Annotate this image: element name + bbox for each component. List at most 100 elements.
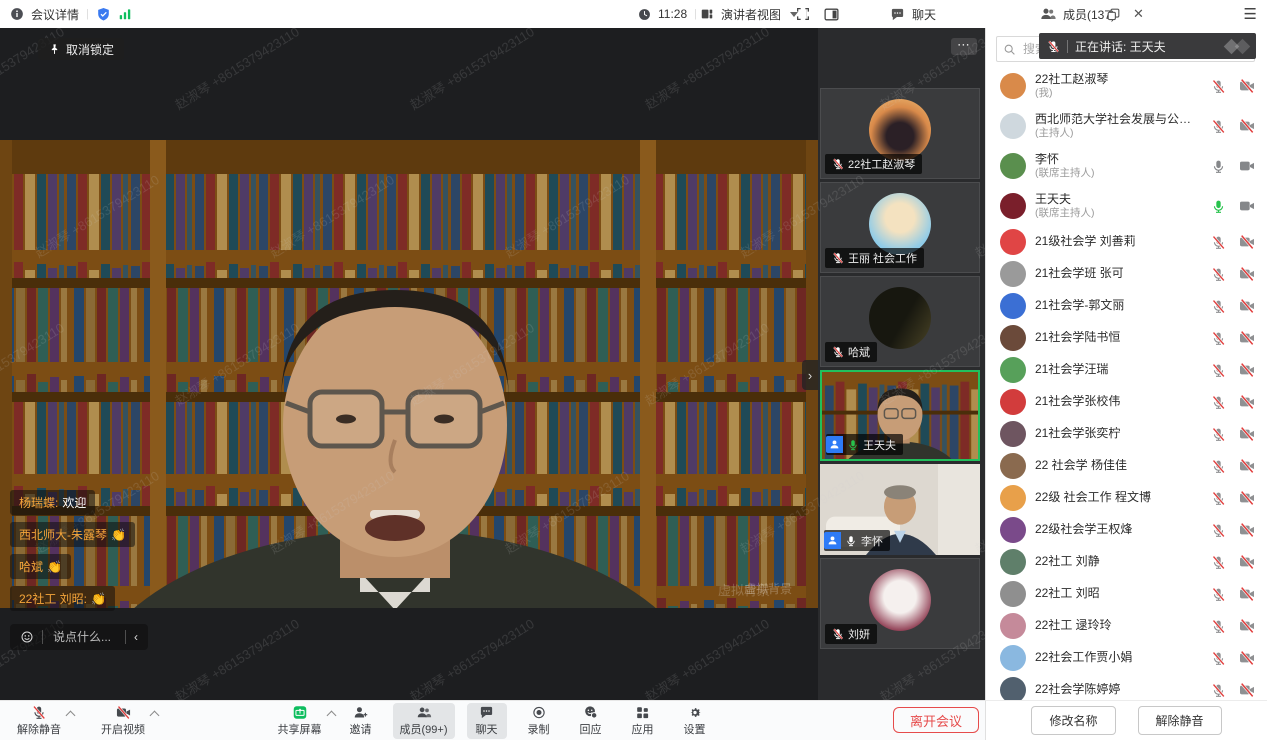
camera-off-icon[interactable] — [1239, 298, 1255, 314]
camera-off-icon[interactable] — [1239, 78, 1255, 94]
participant-tile[interactable]: 22社工赵淑琴 — [820, 88, 980, 179]
view-mode-selector[interactable]: 演讲者视图 | — [700, 0, 808, 28]
member-row[interactable]: 21社会学张校伟 — [986, 386, 1267, 418]
mic-muted-icon[interactable] — [1211, 363, 1226, 378]
unmute-toolbar-button[interactable]: 解除静音 — [10, 703, 68, 739]
member-row[interactable]: 李怀(联席主持人) — [986, 146, 1267, 186]
mic-speaking-icon[interactable] — [1211, 199, 1226, 214]
mic-muted-icon[interactable] — [1211, 395, 1226, 410]
member-row[interactable]: 22社会学陈婷婷 — [986, 674, 1267, 700]
participant-tile[interactable]: 王丽 社会工作 — [820, 182, 980, 273]
mic-muted-icon[interactable] — [1211, 235, 1226, 250]
mic-muted-icon[interactable] — [1211, 491, 1226, 506]
mic-muted-icon[interactable] — [1211, 331, 1226, 346]
member-row[interactable]: 西北师范大学社会发展与公共管理学院(主持人) — [986, 106, 1267, 146]
camera-off-icon[interactable] — [1239, 682, 1255, 698]
member-row[interactable]: 22 社会学 杨佳佳 — [986, 450, 1267, 482]
participant-tile[interactable]: 李怀 — [820, 464, 980, 555]
chevron-up-icon[interactable] — [66, 711, 76, 721]
camera-off-icon[interactable] — [1239, 362, 1255, 378]
camera-off-icon[interactable] — [1239, 650, 1255, 666]
start-video-button[interactable]: 开启视频 — [94, 703, 152, 739]
leave-meeting-button[interactable]: 离开会议 — [893, 707, 979, 733]
share-screen-button[interactable]: 共享屏幕 — [271, 703, 329, 739]
side-panel-toggle-icon[interactable] — [823, 6, 840, 23]
participant-tile-active-speaker[interactable]: 王天夫 — [820, 370, 980, 461]
mic-muted-icon[interactable] — [1211, 587, 1226, 602]
camera-off-icon[interactable] — [1239, 586, 1255, 602]
meeting-details[interactable]: 会议详情 | — [10, 0, 132, 28]
reactions-button[interactable]: 回应 — [571, 703, 611, 739]
mic-muted-icon[interactable] — [1211, 459, 1226, 474]
member-row[interactable]: 22级 社会工作 程文博 — [986, 482, 1267, 514]
mic-muted-icon[interactable] — [1211, 619, 1226, 634]
mic-muted-icon[interactable] — [1211, 267, 1226, 282]
camera-on-icon[interactable] — [1239, 198, 1255, 214]
rename-button[interactable]: 修改名称 — [1031, 706, 1115, 735]
mic-muted-icon[interactable] — [1211, 427, 1226, 442]
apps-button[interactable]: 应用 — [623, 703, 663, 739]
fullscreen-icon[interactable] — [795, 6, 811, 22]
network-signal-icon[interactable] — [118, 7, 132, 21]
participant-tile[interactable]: 刘妍 — [820, 558, 980, 649]
emoji-icon[interactable] — [20, 630, 34, 644]
unpin-button[interactable]: 取消锁定 — [38, 38, 124, 60]
collapse-thumbnails-arrow[interactable]: › — [802, 360, 818, 390]
thumbnails-more-button[interactable]: ⋯ — [951, 38, 977, 55]
mic-muted-icon[interactable] — [1211, 683, 1226, 698]
member-row[interactable]: 21社会学班 张可 — [986, 258, 1267, 290]
mic-muted-icon[interactable] — [1211, 555, 1226, 570]
chat-toolbar-button[interactable]: 聊天 — [467, 703, 507, 739]
chat-input[interactable] — [51, 629, 117, 645]
tab-members[interactable]: 成员(137) — [1040, 0, 1115, 28]
camera-off-icon[interactable] — [1239, 618, 1255, 634]
camera-off-icon[interactable] — [1239, 490, 1255, 506]
menu-icon[interactable]: ☰ — [1244, 5, 1257, 23]
camera-on-icon[interactable] — [1239, 158, 1255, 174]
camera-off-icon[interactable] — [1239, 118, 1255, 134]
virtual-background-watermark: 虚拟背景 — [744, 580, 792, 597]
member-row[interactable]: 21社会学陆书恒 — [986, 322, 1267, 354]
meeting-time: 11:28 | — [638, 0, 697, 28]
member-row[interactable]: 21级社会学 刘善莉 — [986, 226, 1267, 258]
camera-off-icon[interactable] — [1239, 554, 1255, 570]
camera-off-icon[interactable] — [1239, 266, 1255, 282]
security-shield-icon[interactable] — [96, 7, 111, 22]
settings-button[interactable]: 设置 — [675, 703, 715, 739]
tab-chat[interactable]: 聊天 — [890, 0, 936, 28]
mic-muted-icon[interactable] — [1211, 79, 1226, 94]
mic-muted-icon[interactable] — [1211, 651, 1226, 666]
chevron-up-icon[interactable] — [326, 711, 336, 721]
camera-off-icon[interactable] — [1239, 394, 1255, 410]
mic-muted-icon[interactable] — [1211, 119, 1226, 134]
collapse-chat-icon[interactable]: ‹ — [134, 630, 138, 644]
member-row[interactable]: 22社工 刘昭 — [986, 578, 1267, 610]
participant-tile[interactable]: 哈斌 — [820, 276, 980, 367]
camera-off-icon[interactable] — [1239, 426, 1255, 442]
main-video-stage: 虚拟背景 取消锁定 虚拟背景 › 杨瑞蝶:欢迎 西北师大-朱露琴👏 哈斌👏 22… — [0, 28, 818, 700]
close-panel-icon[interactable]: ✕ — [1133, 6, 1144, 22]
mic-on-icon[interactable] — [1211, 159, 1226, 174]
camera-off-icon[interactable] — [1239, 234, 1255, 250]
record-button[interactable]: 录制 — [519, 703, 559, 739]
popout-panel-icon[interactable] — [1106, 7, 1121, 22]
camera-off-icon[interactable] — [1239, 330, 1255, 346]
camera-off-icon[interactable] — [1239, 458, 1255, 474]
member-row[interactable]: 22社会工作贾小娟 — [986, 642, 1267, 674]
members-toolbar-button[interactable]: 成员(99+) — [393, 703, 455, 739]
mic-muted-icon[interactable] — [1211, 299, 1226, 314]
unmute-button[interactable]: 解除静音 — [1138, 706, 1222, 735]
mic-muted-icon[interactable] — [1211, 523, 1226, 538]
member-row[interactable]: 21社会学汪瑞 — [986, 354, 1267, 386]
member-list[interactable]: 22社工赵淑琴(我) 西北师范大学社会发展与公共管理学院(主持人) 李怀(联席主… — [986, 66, 1267, 700]
member-row[interactable]: 22社工 逯玲玲 — [986, 610, 1267, 642]
chevron-up-icon[interactable] — [150, 711, 160, 721]
camera-off-icon[interactable] — [1239, 522, 1255, 538]
member-row[interactable]: 21社会学-郭文丽 — [986, 290, 1267, 322]
member-row[interactable]: 22社工 刘静 — [986, 546, 1267, 578]
member-row[interactable]: 王天夫(联席主持人) — [986, 186, 1267, 226]
member-row[interactable]: 22社工赵淑琴(我) — [986, 66, 1267, 106]
member-row[interactable]: 21社会学张奕柠 — [986, 418, 1267, 450]
member-row[interactable]: 22级社会学王权烽 — [986, 514, 1267, 546]
invite-button[interactable]: 邀请 — [341, 703, 381, 739]
